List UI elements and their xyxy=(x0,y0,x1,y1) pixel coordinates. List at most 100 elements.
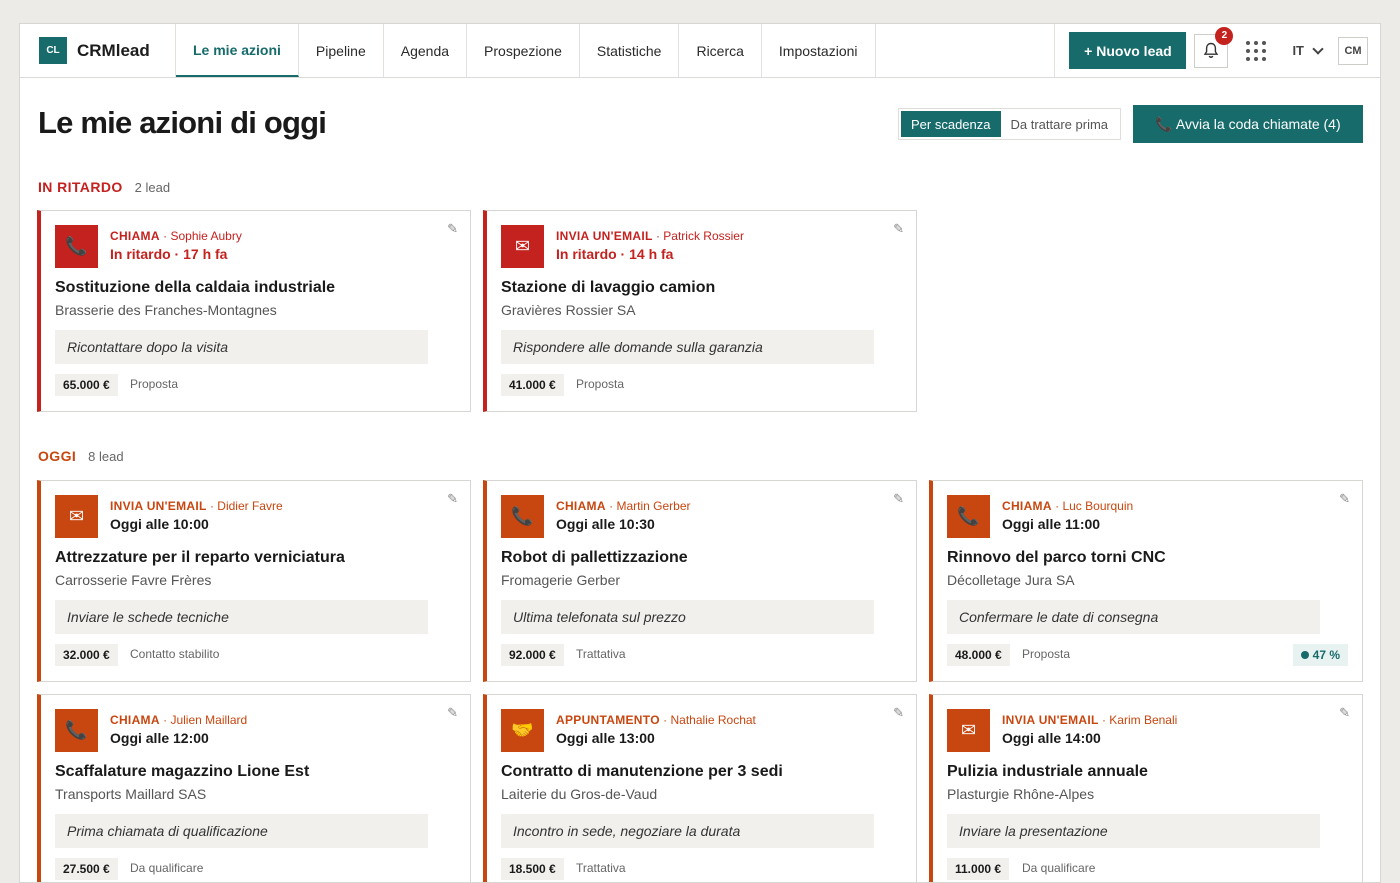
action-card[interactable]: ✉ INVIA UN'EMAIL · Patrick Rossier In ri… xyxy=(483,210,917,412)
chevron-down-icon[interactable] xyxy=(1312,42,1324,55)
brand[interactable]: CL CRMlead xyxy=(20,24,176,77)
sort-by-deadline[interactable]: Per scadenza xyxy=(901,111,1001,137)
notifications-badge: 2 xyxy=(1215,26,1234,45)
edit-icon[interactable]: ✎ xyxy=(447,705,458,721)
top-navigation: CL CRMlead Le mie azioni Pipeline Agenda… xyxy=(20,24,1380,78)
sort-by-priority[interactable]: Da trattare prima xyxy=(1001,111,1119,137)
pipeline-stage: Trattativa xyxy=(576,861,626,875)
lead-title[interactable]: Scaffalature magazzino Lione Est xyxy=(55,763,309,781)
lead-title[interactable]: Contratto di manutenzione per 3 sedi xyxy=(501,763,783,781)
action-note: Prima chiamata di qualificazione xyxy=(55,814,428,848)
lead-title[interactable]: Pulizia industriale annuale xyxy=(947,763,1148,781)
action-card[interactable]: 📞 CHIAMA · Sophie Aubry In ritardo · 17 … xyxy=(37,210,471,412)
action-card[interactable]: 📞 CHIAMA · Luc Bourquin Oggi alle 11:00 … xyxy=(929,480,1363,682)
nav-item-agenda[interactable]: Agenda xyxy=(384,24,468,77)
edit-icon[interactable]: ✎ xyxy=(893,221,904,237)
edit-icon[interactable]: ✎ xyxy=(1339,705,1350,721)
user-avatar[interactable]: CM xyxy=(1338,36,1368,65)
action-note: Inviare le schede tecniche xyxy=(55,600,428,634)
app-window: CL CRMlead Le mie azioni Pipeline Agenda… xyxy=(19,23,1381,883)
section-title: IN RITARDO xyxy=(38,179,123,195)
edit-icon[interactable]: ✎ xyxy=(893,491,904,507)
action-note: Incontro in sede, negoziare la durata xyxy=(501,814,874,848)
nav-item-prospecting[interactable]: Prospezione xyxy=(467,24,580,77)
nav-item-settings[interactable]: Impostazioni xyxy=(762,24,876,77)
email-icon: ✉ xyxy=(55,495,98,538)
action-note: Ricontattare dopo la visita xyxy=(55,330,428,364)
probability-badge: 47 % xyxy=(1292,644,1348,666)
action-type: INVIA UN'EMAIL · Didier Favre xyxy=(110,499,283,513)
main-nav: Le mie azioni Pipeline Agenda Prospezion… xyxy=(176,24,876,77)
pipeline-stage: Da qualificare xyxy=(130,861,204,875)
nav-item-pipeline[interactable]: Pipeline xyxy=(299,24,384,77)
action-type: INVIA UN'EMAIL · Karim Benali xyxy=(1002,713,1178,727)
action-note: Confermare le date di consegna xyxy=(947,600,1320,634)
edit-icon[interactable]: ✎ xyxy=(447,491,458,507)
due-time: Oggi alle 13:00 xyxy=(556,730,655,746)
phone-icon: 📞 xyxy=(947,495,990,538)
new-lead-button[interactable]: + Nuovo lead xyxy=(1069,32,1187,69)
deal-amount: 11.000 € xyxy=(947,858,1010,880)
pipeline-stage: Proposta xyxy=(576,377,625,391)
company-name: Gravières Rossier SA xyxy=(501,302,636,318)
start-call-queue-button[interactable]: 📞 Avvia la coda chiamate (4) xyxy=(1133,105,1363,143)
phone-icon: 📞 xyxy=(55,225,98,268)
action-type: CHIAMA · Julien Maillard xyxy=(110,713,248,727)
section-today-header: OGGI 8 lead xyxy=(38,448,124,464)
action-type: CHIAMA · Sophie Aubry xyxy=(110,229,242,243)
contact-name: · Karim Benali xyxy=(1098,713,1178,727)
lead-title[interactable]: Attrezzature per il reparto verniciatura xyxy=(55,549,345,567)
topbar-actions: + Nuovo lead 2 IT CM xyxy=(1054,24,1380,77)
action-card[interactable]: 📞 CHIAMA · Martin Gerber Oggi alle 10:30… xyxy=(483,480,917,682)
contact-name: · Nathalie Rochat xyxy=(659,713,756,727)
pipeline-stage: Proposta xyxy=(1022,647,1071,661)
edit-icon[interactable]: ✎ xyxy=(893,705,904,721)
action-card[interactable]: 📞 CHIAMA · Julien Maillard Oggi alle 12:… xyxy=(37,694,471,882)
contact-name: · Patrick Rossier xyxy=(652,229,744,243)
lead-title[interactable]: Stazione di lavaggio camion xyxy=(501,279,715,297)
nav-item-statistics[interactable]: Statistiche xyxy=(580,24,680,77)
pipeline-stage: Proposta xyxy=(130,377,179,391)
handshake-icon: 🤝 xyxy=(501,709,544,752)
pipeline-stage: Trattativa xyxy=(576,647,626,661)
action-card[interactable]: ✉ INVIA UN'EMAIL · Karim Benali Oggi all… xyxy=(929,694,1363,882)
deal-amount: 48.000 € xyxy=(947,644,1010,666)
contact-name: · Julien Maillard xyxy=(159,713,248,727)
deal-amount: 32.000 € xyxy=(55,644,118,666)
lead-title[interactable]: Sostituzione della caldaia industriale xyxy=(55,279,335,297)
pipeline-stage: Da qualificare xyxy=(1022,861,1096,875)
deal-amount: 65.000 € xyxy=(55,374,118,396)
lead-title[interactable]: Robot di pallettizzazione xyxy=(501,549,688,567)
due-time: Oggi alle 10:00 xyxy=(110,516,209,532)
language-selector[interactable]: IT xyxy=(1292,43,1304,58)
action-card[interactable]: 🤝 APPUNTAMENTO · Nathalie Rochat Oggi al… xyxy=(483,694,917,882)
deal-amount: 27.500 € xyxy=(55,858,118,880)
email-icon: ✉ xyxy=(947,709,990,752)
action-card[interactable]: ✉ INVIA UN'EMAIL · Didier Favre Oggi all… xyxy=(37,480,471,682)
company-name: Brasserie des Franches-Montagnes xyxy=(55,302,277,318)
edit-icon[interactable]: ✎ xyxy=(447,221,458,237)
edit-icon[interactable]: ✎ xyxy=(1339,491,1350,507)
pipeline-stage: Contatto stabilito xyxy=(130,647,220,661)
brand-name: CRMlead xyxy=(77,40,150,60)
action-type: CHIAMA · Martin Gerber xyxy=(556,499,691,513)
company-name: Laiterie du Gros-de-Vaud xyxy=(501,786,658,802)
action-note: Ultima telefonata sul prezzo xyxy=(501,600,874,634)
company-name: Décolletage Jura SA xyxy=(947,572,1075,588)
apps-grid-icon[interactable] xyxy=(1246,40,1267,61)
due-time: Oggi alle 10:30 xyxy=(556,516,655,532)
contact-name: · Luc Bourquin xyxy=(1051,499,1134,513)
nav-item-my-actions[interactable]: Le mie azioni xyxy=(176,24,299,77)
nav-item-search[interactable]: Ricerca xyxy=(679,24,762,77)
company-name: Carrosserie Favre Frères xyxy=(55,572,212,588)
deal-amount: 41.000 € xyxy=(501,374,564,396)
deal-amount: 92.000 € xyxy=(501,644,564,666)
action-type: INVIA UN'EMAIL · Patrick Rossier xyxy=(556,229,744,243)
action-note: Inviare la presentazione xyxy=(947,814,1320,848)
action-type: APPUNTAMENTO · Nathalie Rochat xyxy=(556,713,756,727)
section-title: OGGI xyxy=(38,448,77,464)
due-time: Oggi alle 14:00 xyxy=(1002,730,1101,746)
section-late-header: IN RITARDO 2 lead xyxy=(38,179,170,195)
notifications-button[interactable]: 2 xyxy=(1194,26,1234,68)
lead-title[interactable]: Rinnovo del parco torni CNC xyxy=(947,549,1166,567)
